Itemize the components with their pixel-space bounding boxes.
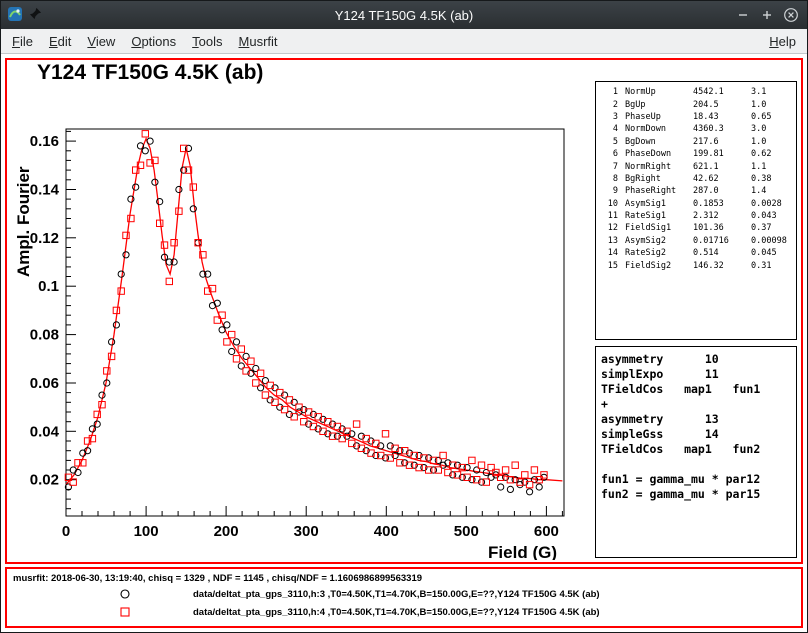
main-plot-pad[interactable]: Y124 TF150G 4.5K (ab) 010020030040050060…: [5, 58, 803, 564]
param-row: 6PhaseDown199.810.62: [600, 148, 787, 160]
info-pad[interactable]: musrfit: 2018-06-30, 13:19:40, chisq = 1…: [5, 567, 803, 628]
legend-entry: data/deltat_pta_gps_3110,h:4 ,T0=4.50K,T…: [119, 605, 600, 619]
parameter-table: 1NormUp4542.13.12BgUp204.51.03PhaseUp18.…: [600, 86, 787, 272]
param-row: 4NormDown4360.33.0: [600, 123, 787, 135]
param-row: 14RateSig20.5140.045: [600, 247, 787, 259]
param-row: 13AsymSig20.017160.00098: [600, 235, 787, 247]
square-marker-icon: [119, 606, 131, 618]
param-row: 8BgRight42.620.38: [600, 173, 787, 185]
svg-text:0.08: 0.08: [30, 327, 59, 344]
minimize-button[interactable]: [733, 5, 753, 25]
app-icon: [7, 6, 23, 25]
window-controls: [709, 5, 807, 25]
menu-edit[interactable]: Edit: [41, 32, 79, 51]
maximize-button[interactable]: [757, 5, 777, 25]
theory-box: asymmetry 10 simplExpo 11 TFieldCos map1…: [595, 346, 797, 558]
param-row: 3PhaseUp18.430.65: [600, 111, 787, 123]
window-title: Y124 TF150G 4.5K (ab): [99, 8, 709, 23]
svg-text:200: 200: [214, 523, 239, 540]
svg-text:0: 0: [62, 523, 70, 540]
circle-marker-icon: [119, 588, 131, 600]
svg-text:0.04: 0.04: [30, 423, 60, 440]
svg-text:300: 300: [294, 523, 319, 540]
menu-tools[interactable]: Tools: [184, 32, 230, 51]
titlebar-icons: [1, 6, 99, 25]
param-row: 10AsymSig10.18530.0028: [600, 198, 787, 210]
menu-musrfit[interactable]: Musrfit: [231, 32, 286, 51]
svg-text:100: 100: [134, 523, 159, 540]
theory-text: asymmetry 10 simplExpo 11 TFieldCos map1…: [601, 352, 796, 502]
svg-text:0.06: 0.06: [30, 375, 59, 392]
param-row: 5BgDown217.61.0: [600, 136, 787, 148]
legend-text: data/deltat_pta_gps_3110,h:4 ,T0=4.50K,T…: [193, 607, 600, 618]
menu-help[interactable]: Help: [761, 32, 804, 51]
svg-text:Field (G): Field (G): [488, 543, 557, 560]
pin-icon[interactable]: [29, 7, 42, 23]
svg-text:0.02: 0.02: [30, 472, 59, 489]
app-window: Y124 TF150G 4.5K (ab) File Edit View Opt…: [0, 0, 808, 633]
menu-view[interactable]: View: [79, 32, 123, 51]
parameter-box: 1NormUp4542.13.12BgUp204.51.03PhaseUp18.…: [595, 81, 797, 340]
fourier-amplitude-chart[interactable]: 0 100 200 300 400 500 600 0.02 0.04 0.06 0.08 0.1 0.…: [9, 80, 594, 560]
param-row: 15FieldSig2146.320.31: [600, 259, 787, 271]
titlebar[interactable]: Y124 TF150G 4.5K (ab): [1, 1, 807, 29]
root-canvas: Y124 TF150G 4.5K (ab) 010020030040050060…: [1, 54, 807, 632]
menubar: File Edit View Options Tools Musrfit Hel…: [1, 29, 807, 54]
svg-text:500: 500: [454, 523, 479, 540]
param-row: 12FieldSig1101.360.37: [600, 222, 787, 234]
menu-options[interactable]: Options: [123, 32, 184, 51]
param-row: 7NormRight621.11.1: [600, 160, 787, 172]
svg-text:0.14: 0.14: [30, 182, 60, 199]
param-row: 1NormUp4542.13.1: [600, 86, 787, 98]
fit-status-line: musrfit: 2018-06-30, 13:19:40, chisq = 1…: [13, 573, 422, 584]
menu-file[interactable]: File: [4, 32, 41, 51]
legend-text: data/deltat_pta_gps_3110,h:3 ,T0=4.50K,T…: [193, 589, 600, 600]
param-row: 2BgUp204.51.0: [600, 98, 787, 110]
svg-text:0.16: 0.16: [30, 133, 59, 150]
svg-text:0.1: 0.1: [38, 278, 59, 295]
svg-text:Ampl. Fourier: Ampl. Fourier: [14, 166, 33, 277]
svg-text:0.12: 0.12: [30, 230, 59, 247]
close-button[interactable]: [781, 5, 801, 25]
legend-entry: data/deltat_pta_gps_3110,h:3 ,T0=4.50K,T…: [119, 587, 600, 601]
svg-text:400: 400: [374, 523, 399, 540]
param-row: 11RateSig12.3120.043: [600, 210, 787, 222]
param-row: 9PhaseRight287.01.4: [600, 185, 787, 197]
svg-text:600: 600: [534, 523, 559, 540]
